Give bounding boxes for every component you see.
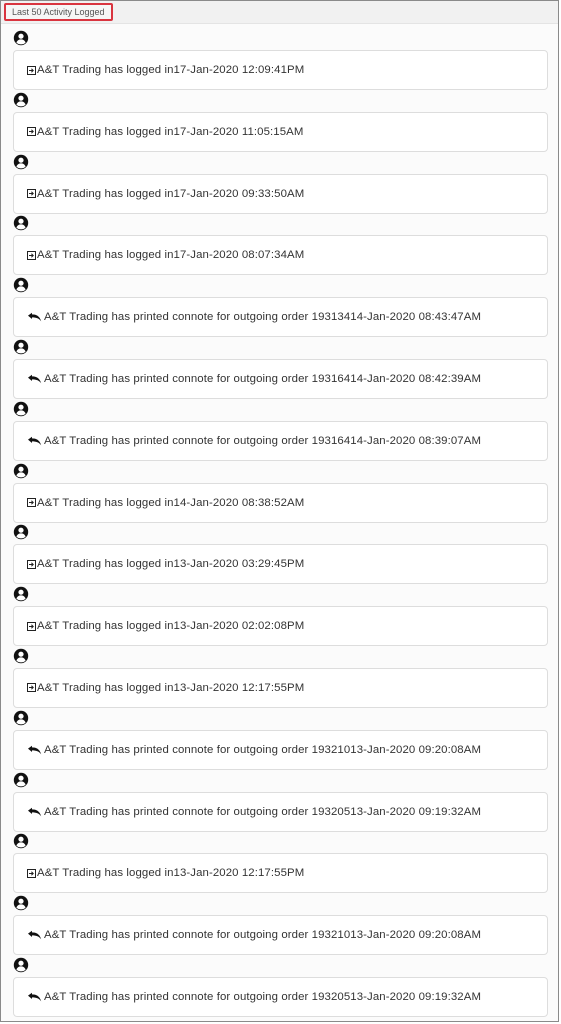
login-icon (27, 621, 36, 631)
undo-arrow-icon (28, 436, 42, 446)
user-circle-icon (13, 772, 29, 787)
login-icon (27, 250, 36, 260)
activity-card: A&T Trading has logged in17-Jan-2020 08:… (13, 235, 548, 276)
user-circle-icon (13, 648, 29, 664)
activity-message: A&T Trading has logged in17-Jan-2020 08:… (37, 249, 305, 262)
user-circle-icon (13, 92, 29, 107)
activity-card: A&T Trading has printed connote for outg… (13, 915, 548, 956)
login-icon (27, 868, 36, 878)
panel-header: Last 50 Activity Logged (1, 1, 558, 24)
activity-message: A&T Trading has printed connote for outg… (44, 434, 482, 447)
activity-message: A&T Trading has logged in13-Jan-2020 03:… (37, 558, 305, 571)
activity-entry: A&T Trading has logged in13-Jan-2020 02:… (1, 580, 558, 647)
activity-message: A&T Trading has logged in13-Jan-2020 12:… (37, 681, 305, 694)
activity-card: A&T Trading has logged in13-Jan-2020 03:… (13, 544, 548, 585)
activity-card: A&T Trading has logged in14-Jan-2020 08:… (13, 482, 548, 523)
activity-entry: A&T Trading has printed connote for outg… (1, 271, 558, 338)
login-icon (27, 498, 36, 508)
login-icon (27, 683, 36, 693)
activity-message: A&T Trading has logged in14-Jan-2020 08:… (37, 496, 305, 509)
activity-entry: A&T Trading has logged in14-Jan-2020 08:… (1, 457, 558, 523)
user-circle-icon (13, 586, 29, 602)
activity-card: A&T Trading has logged in17-Jan-2020 12:… (13, 50, 548, 90)
activity-card: A&T Trading has printed connote for outg… (13, 791, 548, 832)
activity-entry: A&T Trading has logged in17-Jan-2020 09:… (1, 148, 558, 214)
activity-card: A&T Trading has printed connote for outg… (13, 420, 548, 461)
activity-entry: A&T Trading has printed connote for outg… (1, 889, 558, 956)
activity-card: A&T Trading has logged in17-Jan-2020 11:… (13, 111, 548, 152)
undo-arrow-icon (28, 374, 42, 384)
user-circle-icon (13, 957, 29, 973)
activity-entry: A&T Trading has printed connote for outg… (1, 766, 558, 832)
activity-entry: A&T Trading has printed connote for outg… (1, 951, 558, 1017)
undo-arrow-icon (28, 930, 42, 940)
user-circle-icon (13, 463, 29, 478)
activity-message: A&T Trading has printed connote for outg… (44, 990, 482, 1003)
user-circle-icon (13, 525, 29, 540)
activity-message: A&T Trading has logged in17-Jan-2020 11:… (37, 125, 304, 138)
activity-entry: A&T Trading has printed connote for outg… (1, 704, 558, 770)
login-icon (27, 189, 36, 199)
activity-entry: A&T Trading has printed connote for outg… (1, 395, 558, 461)
activity-message: A&T Trading has printed connote for outg… (44, 743, 482, 756)
activity-card: A&T Trading has printed connote for outg… (13, 358, 548, 399)
activity-entry: A&T Trading has printed connote for outg… (1, 333, 558, 399)
activity-entry: A&T Trading has logged in13-Jan-2020 03:… (1, 518, 558, 585)
activity-message: A&T Trading has logged in17-Jan-2020 09:… (37, 187, 305, 200)
activity-entry: A&T Trading has logged in13-Jan-2020 12:… (1, 642, 558, 708)
login-icon (27, 65, 36, 75)
activity-message: A&T Trading has printed connote for outg… (44, 372, 482, 385)
activity-card: A&T Trading has logged in13-Jan-2020 12:… (13, 853, 548, 894)
activity-panel: Last 50 Activity Logged A&T Trading has … (0, 0, 559, 1022)
user-circle-icon (13, 339, 29, 355)
activity-card: A&T Trading has printed connote for outg… (13, 297, 548, 338)
undo-arrow-icon (28, 807, 42, 816)
login-icon (27, 559, 36, 569)
user-circle-icon (13, 30, 29, 46)
activity-card: A&T Trading has logged in13-Jan-2020 02:… (13, 606, 548, 647)
activity-entry: A&T Trading has logged in17-Jan-2020 08:… (1, 209, 558, 276)
user-circle-icon (13, 895, 29, 911)
activity-entry: A&T Trading has logged in17-Jan-2020 12:… (1, 24, 558, 90)
undo-arrow-icon (28, 745, 42, 755)
panel-title: Last 50 Activity Logged (4, 3, 113, 21)
activity-feed: A&T Trading has logged in17-Jan-2020 12:… (1, 24, 558, 1017)
activity-card: A&T Trading has logged in13-Jan-2020 12:… (13, 667, 548, 708)
activity-card: A&T Trading has logged in17-Jan-2020 09:… (13, 173, 548, 214)
undo-arrow-icon (28, 992, 42, 1002)
user-circle-icon (13, 834, 29, 849)
activity-message: A&T Trading has printed connote for outg… (44, 805, 482, 818)
activity-message: A&T Trading has printed connote for outg… (44, 311, 482, 324)
activity-message: A&T Trading has logged in13-Jan-2020 12:… (37, 867, 305, 880)
user-circle-icon (13, 710, 29, 725)
user-circle-icon (13, 154, 29, 169)
undo-arrow-icon (28, 312, 42, 322)
activity-card: A&T Trading has printed connote for outg… (13, 976, 548, 1017)
activity-message: A&T Trading has printed connote for outg… (44, 929, 482, 942)
user-circle-icon (13, 401, 29, 416)
activity-card: A&T Trading has printed connote for outg… (13, 729, 548, 770)
activity-message: A&T Trading has logged in17-Jan-2020 12:… (37, 64, 305, 76)
activity-entry: A&T Trading has logged in13-Jan-2020 12:… (1, 827, 558, 894)
user-circle-icon (13, 277, 29, 293)
activity-message: A&T Trading has logged in13-Jan-2020 02:… (37, 620, 305, 633)
login-icon (27, 127, 36, 137)
activity-entry: A&T Trading has logged in17-Jan-2020 11:… (1, 86, 558, 152)
user-circle-icon (13, 216, 29, 231)
